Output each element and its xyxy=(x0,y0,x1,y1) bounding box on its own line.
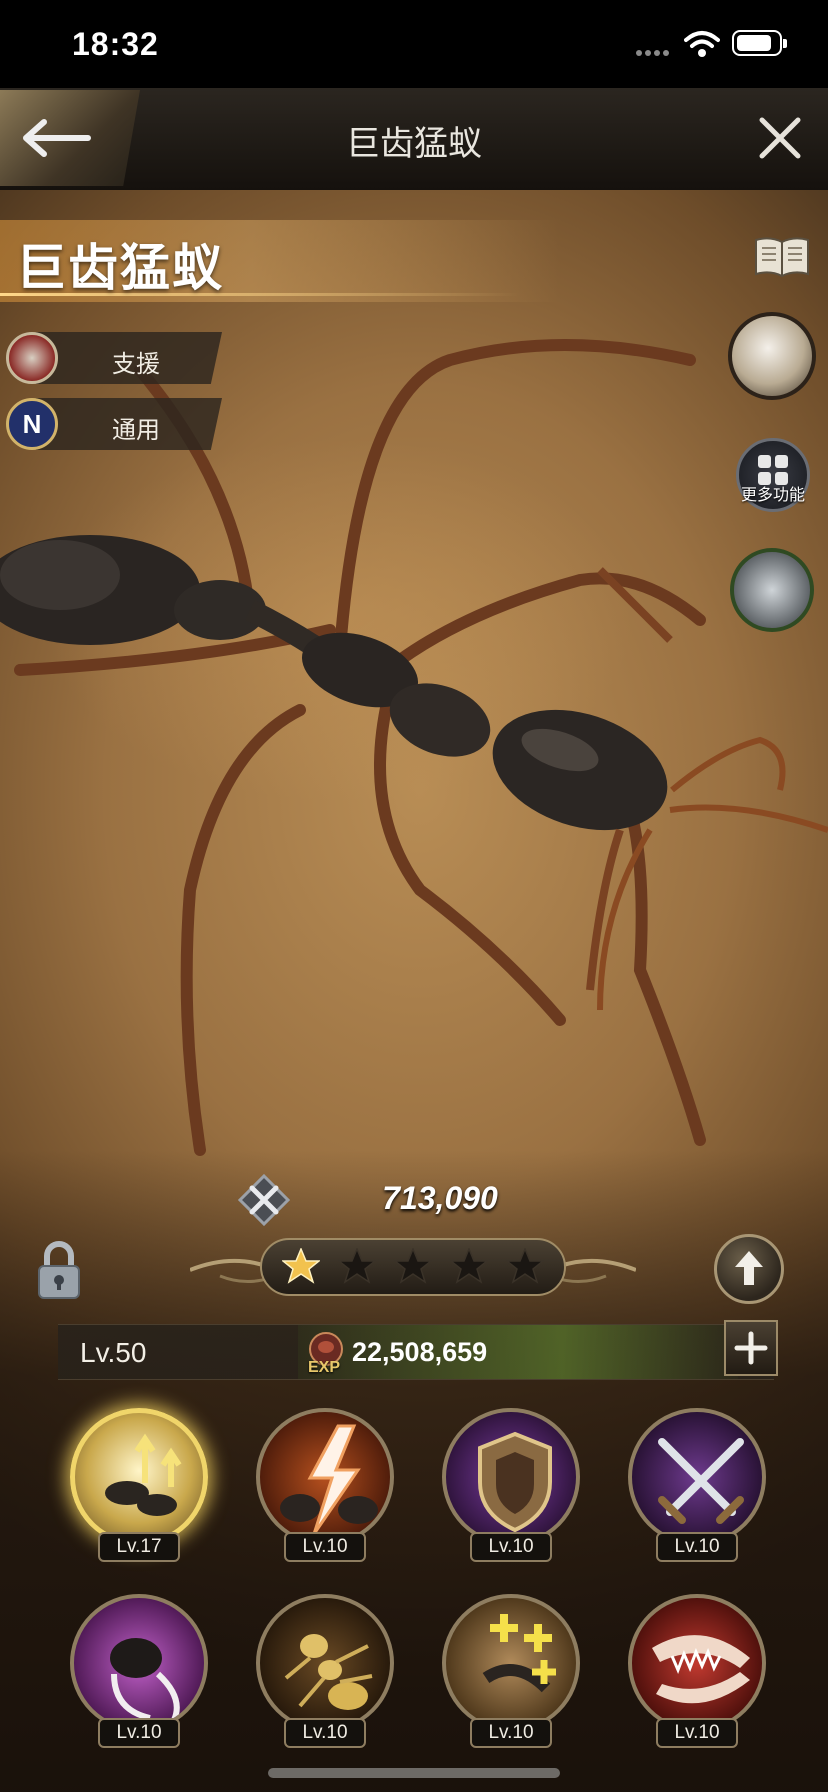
defense-shield-icon xyxy=(442,1408,580,1546)
encyclopedia-book-icon[interactable] xyxy=(752,234,812,280)
exp-icon: EXP xyxy=(304,1329,354,1379)
star-rating xyxy=(190,1234,636,1304)
skill-slot-6[interactable]: Lv.10 xyxy=(250,1594,400,1754)
arrow-up-icon xyxy=(735,1251,763,1285)
wifi-icon xyxy=(684,31,720,57)
exp-value: 22,508,659 xyxy=(352,1337,488,1367)
lightning-attack-icon xyxy=(256,1408,394,1546)
avatar-button[interactable] xyxy=(728,312,816,400)
close-icon[interactable] xyxy=(754,112,806,164)
skill-slot-2[interactable]: Lv.10 xyxy=(250,1408,400,1568)
star-up-button[interactable] xyxy=(714,1234,784,1304)
ant-level: Lv.50 xyxy=(80,1337,147,1368)
more-functions-button[interactable]: 更多功能 xyxy=(736,438,810,512)
home-indicator xyxy=(268,1768,560,1778)
status-time: 18:32 xyxy=(72,26,159,62)
mandible-slash-icon xyxy=(70,1594,208,1732)
skill-slot-1[interactable]: Lv.17 xyxy=(64,1408,214,1568)
status-bar: 18:32 xyxy=(0,0,828,88)
star-empty-icon xyxy=(338,1248,376,1284)
exp-label: EXP xyxy=(308,1359,341,1376)
page-title: 巨齿猛蚁 xyxy=(346,125,482,163)
skill-level: Lv.10 xyxy=(470,1532,552,1562)
skill-slot-5[interactable]: Lv.10 xyxy=(64,1594,214,1754)
combat-power-icon xyxy=(238,1174,290,1226)
plus-icon xyxy=(734,1331,768,1365)
tag-support: 支援 xyxy=(6,332,222,384)
top-bar: 巨齿猛蚁 xyxy=(0,88,828,192)
n-badge-icon: N xyxy=(6,398,58,450)
star-empty-icon xyxy=(394,1248,432,1284)
skill-slot-7[interactable]: Lv.10 xyxy=(436,1594,586,1754)
skill-level: Lv.10 xyxy=(656,1718,738,1748)
lock-icon[interactable] xyxy=(36,1240,82,1300)
skill-level: Lv.10 xyxy=(470,1718,552,1748)
add-exp-button[interactable] xyxy=(724,1320,778,1376)
signal-icon xyxy=(636,43,676,56)
jaw-bite-icon xyxy=(628,1594,766,1732)
support-icon xyxy=(6,332,58,384)
skill-slot-4[interactable]: Lv.10 xyxy=(622,1408,772,1568)
skill-level: Lv.10 xyxy=(284,1718,366,1748)
skill-level: Lv.10 xyxy=(284,1532,366,1562)
battery-icon xyxy=(732,30,787,56)
combat-power-value: 713,090 xyxy=(382,1180,498,1216)
tag-label: 通用 xyxy=(112,417,160,444)
crossed-swords-icon xyxy=(628,1408,766,1546)
tag-label: 支援 xyxy=(112,351,160,378)
skill-level: Lv.17 xyxy=(98,1532,180,1562)
more-functions-label: 更多功能 xyxy=(740,487,805,504)
star-empty-icon xyxy=(506,1248,544,1284)
heal-plus-icon xyxy=(442,1594,580,1732)
ant-scene: 巨齿猛蚁 支援 N 通用 更多功能 713,090 Lv.50 EXP 22,5… xyxy=(0,190,828,1792)
tag-general: N 通用 xyxy=(6,398,222,450)
ant-evolution-button[interactable] xyxy=(730,548,814,632)
ant-upgrade-icon xyxy=(70,1408,208,1546)
star-empty-icon xyxy=(450,1248,488,1284)
golden-ant-icon xyxy=(256,1594,394,1732)
skill-level: Lv.10 xyxy=(656,1532,738,1562)
ant-name: 巨齿猛蚁 xyxy=(16,240,224,296)
skill-slot-3[interactable]: Lv.10 xyxy=(436,1408,586,1568)
star-filled-icon xyxy=(282,1248,320,1284)
level-exp-bar: Lv.50 EXP 22,508,659 xyxy=(58,1324,774,1380)
skill-slot-8[interactable]: Lv.10 xyxy=(622,1594,772,1754)
skill-level: Lv.10 xyxy=(98,1718,180,1748)
